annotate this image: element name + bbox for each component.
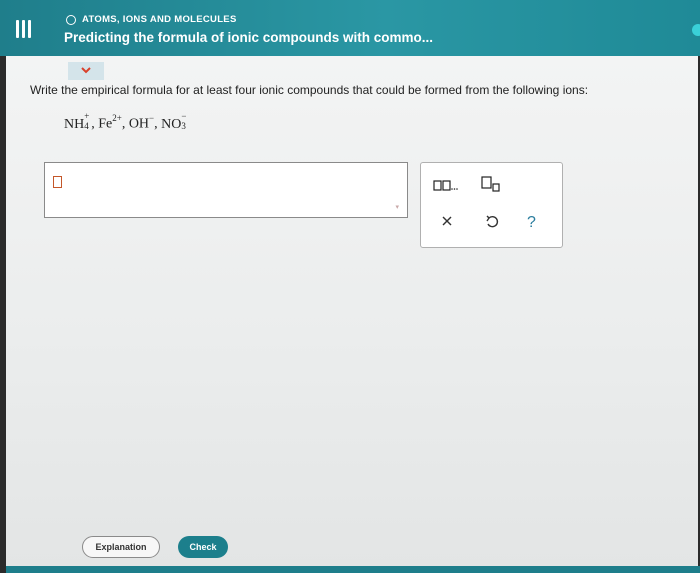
check-button[interactable]: Check xyxy=(178,536,228,558)
status-dot-icon[interactable] xyxy=(692,24,700,36)
formula-palette: ? xyxy=(420,162,563,248)
ion-iron: Fe2+ xyxy=(98,113,122,132)
header-bar: ATOMS, IONS AND MOLECULES Predicting the… xyxy=(0,0,700,56)
topic-label: ATOMS, IONS AND MOLECULES xyxy=(82,14,237,25)
bottom-edge xyxy=(6,566,700,573)
undo-icon[interactable] xyxy=(485,215,499,229)
resize-handle-icon: ▾ xyxy=(395,204,399,211)
chevron-down-icon xyxy=(81,67,91,74)
topic-row: ATOMS, IONS AND MOLECULES xyxy=(66,14,237,25)
collapse-tab[interactable] xyxy=(68,62,104,80)
answer-input[interactable]: ▾ xyxy=(44,162,408,218)
question-panel: Write the empirical formula for at least… xyxy=(6,56,698,568)
explanation-button[interactable]: Explanation xyxy=(82,536,160,558)
ion-hydroxide: OH− xyxy=(128,113,155,132)
question-prompt: Write the empirical formula for at least… xyxy=(30,83,589,97)
topic-circle-icon xyxy=(66,14,76,25)
ion-ammonium: NH +4 xyxy=(64,111,90,132)
two-box-icon[interactable] xyxy=(433,178,459,192)
help-icon[interactable]: ? xyxy=(527,214,536,232)
ion-list: NH +4, Fe2+, OH−, NO −3 xyxy=(64,111,187,132)
menu-icon[interactable] xyxy=(16,20,34,38)
clear-icon[interactable] xyxy=(441,215,453,227)
subscript-icon[interactable] xyxy=(481,175,501,193)
ion-nitrate: NO −3 xyxy=(161,111,187,132)
input-cursor-box xyxy=(53,176,62,188)
page-title: Predicting the formula of ionic compound… xyxy=(64,30,434,45)
